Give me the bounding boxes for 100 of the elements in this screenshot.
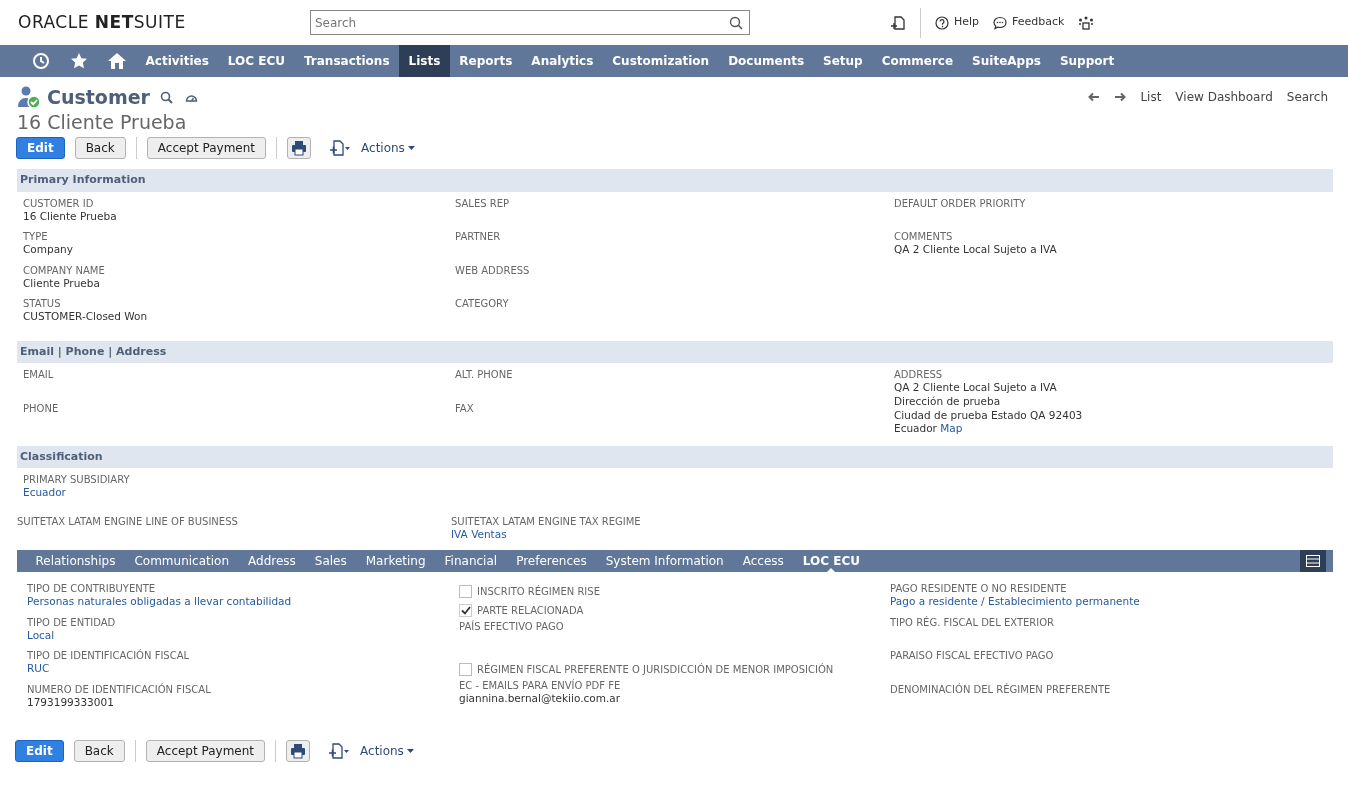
page-title: Customer — [47, 85, 150, 110]
field-label: DENOMINACIÓN DEL RÉGIMEN PREFERENTE — [890, 682, 1112, 696]
nav-menu-item[interactable]: Commerce — [872, 45, 963, 77]
field-label: PAÍS EFECTIVO PAGO — [459, 620, 565, 634]
field-value: giannina.bernal@tekiio.com.ar — [459, 692, 622, 707]
field-label: SUITETAX LATAM ENGINE TAX REGIME — [451, 514, 642, 528]
field-label: CATEGORY — [455, 297, 510, 311]
checkbox[interactable] — [459, 663, 472, 677]
tab[interactable]: LOC ECU — [793, 552, 870, 571]
nav-menu-item[interactable]: Support — [1050, 45, 1124, 77]
field-value[interactable]: Pago a residente / Establecimiento permanente — [890, 595, 1348, 610]
back-button[interactable]: Back — [73, 740, 125, 763]
header-link[interactable]: Feedback — [993, 14, 1065, 31]
search-icon[interactable] — [729, 15, 743, 30]
record-name: 16 Cliente Prueba — [17, 111, 188, 134]
caret-icon — [406, 748, 414, 754]
field-value: CUSTOMER-Closed Won — [23, 310, 149, 324]
edit-button[interactable]: Edit — [16, 137, 65, 160]
print-button[interactable] — [286, 740, 311, 763]
checkbox[interactable] — [459, 585, 472, 599]
field-label: SUITETAX LATAM ENGINE LINE OF BUSINESS — [17, 514, 239, 528]
nav-menu-item[interactable]: Analytics — [521, 45, 603, 77]
nav-menu-item[interactable]: Reports — [449, 45, 522, 77]
checkbox-label: RÉGIMEN FISCAL PREFERENTE O JURISDICCIÓN DE MENOR IMPOSICIÓN — [477, 663, 834, 677]
back-arrow-icon[interactable] — [1088, 92, 1101, 103]
people-icon[interactable] — [1078, 14, 1095, 31]
field-label: EMAIL — [23, 368, 55, 382]
field-label: STATUS — [23, 297, 62, 311]
nav-menu-item[interactable]: Lists — [399, 45, 450, 77]
edit-button[interactable]: Edit — [15, 740, 64, 763]
nav-menu-item[interactable]: Transactions — [294, 45, 400, 77]
field-label: EC - EMAILS PARA ENVÍO PDF FE — [459, 679, 622, 693]
field-label: TYPE — [23, 230, 49, 244]
field-label: COMMENTS — [894, 230, 954, 244]
field-label: PARTNER — [455, 230, 502, 244]
search-field[interactable]: Search — [310, 10, 750, 35]
field-value[interactable]: Ecuador — [23, 486, 455, 501]
field-value: 1793199333001 — [27, 695, 115, 710]
field-label: TIPO DE ENTIDAD — [27, 615, 117, 629]
tab[interactable]: Access — [733, 552, 794, 571]
address-line: Ecuador — [894, 422, 937, 435]
back-button[interactable]: Back — [74, 137, 126, 160]
tab[interactable]: Marketing — [356, 552, 436, 571]
document-icon[interactable] — [890, 14, 906, 31]
new-document-icon[interactable] — [328, 743, 351, 760]
chat-icon — [993, 15, 1008, 30]
field-value[interactable]: IVA Ventas — [451, 527, 1348, 542]
tab[interactable]: System Information — [596, 552, 734, 571]
field-label: COMPANY NAME — [23, 263, 106, 277]
field-label: SALES REP — [455, 196, 511, 210]
print-button[interactable] — [287, 137, 312, 160]
tab[interactable]: Communication — [124, 552, 239, 571]
page-link[interactable]: View Dashboard — [1175, 88, 1273, 107]
tab[interactable]: Sales — [305, 552, 357, 571]
field-value: Cliente Prueba — [23, 276, 101, 291]
nav-menu-item[interactable]: SuiteApps — [962, 45, 1051, 77]
nav-menu-item[interactable]: Customization — [602, 45, 719, 77]
new-document-icon[interactable] — [329, 140, 352, 157]
actions-menu[interactable]: Actions — [360, 742, 414, 761]
actions-menu[interactable]: Actions — [361, 139, 415, 158]
field-value[interactable]: Local — [27, 628, 459, 643]
accept-payment-button[interactable]: Accept Payment — [145, 740, 266, 763]
map-link[interactable]: Map — [940, 422, 963, 435]
nav-menu-item[interactable]: Setup — [813, 45, 873, 77]
history-icon[interactable] — [31, 51, 51, 71]
address-line: Dirección de prueba — [894, 395, 1002, 409]
tab[interactable]: Relationships — [26, 552, 125, 571]
field-label: ALT. PHONE — [455, 368, 514, 382]
field-value[interactable]: Personas naturales obligadas a llevar contabilidad — [27, 595, 459, 610]
help-icon — [935, 15, 949, 30]
list-icon — [1306, 555, 1320, 568]
tab[interactable]: Preferences — [506, 552, 597, 571]
home-icon[interactable] — [107, 51, 127, 71]
accept-payment-button[interactable]: Accept Payment — [146, 137, 267, 160]
caret-icon — [407, 145, 415, 151]
field-label: TIPO DE IDENTIFICACIÓN FISCAL — [27, 649, 191, 663]
section-header: Classification — [17, 445, 1333, 469]
checkbox[interactable] — [459, 604, 472, 618]
header-link[interactable]: Help — [935, 14, 980, 31]
field-label: DEFAULT ORDER PRIORITY — [894, 196, 1027, 210]
field-value: Company — [23, 243, 74, 257]
field-label: PHONE — [23, 401, 60, 415]
tab[interactable]: Financial — [435, 552, 507, 571]
page-link[interactable]: List — [1140, 88, 1162, 107]
field-label: TIPO DE CONTRIBUYENTE — [27, 582, 157, 596]
nav-menu-item[interactable]: LOC ECU — [218, 45, 295, 77]
field-label: NUMERO DE IDENTIFICACIÓN FISCAL — [27, 682, 212, 696]
field-value: QA 2 Cliente Local Sujeto a IVA — [894, 243, 1058, 257]
tab[interactable]: Address — [238, 552, 306, 571]
field-value[interactable]: RUC — [27, 662, 459, 677]
logo: ORACLE NETSUITE — [18, 10, 187, 34]
nav-menu-item[interactable]: Documents — [718, 45, 814, 77]
star-icon[interactable] — [69, 51, 89, 71]
layout-button[interactable] — [1300, 550, 1326, 573]
search-icon[interactable] — [160, 90, 173, 104]
nav-menu-item[interactable]: Activities — [136, 45, 219, 77]
field-label: PRIMARY SUBSIDIARY — [23, 473, 131, 487]
page-link[interactable]: Search — [1286, 88, 1328, 107]
forward-arrow-icon[interactable] — [1114, 92, 1127, 103]
section-header: Email | Phone | Address — [17, 340, 1333, 364]
